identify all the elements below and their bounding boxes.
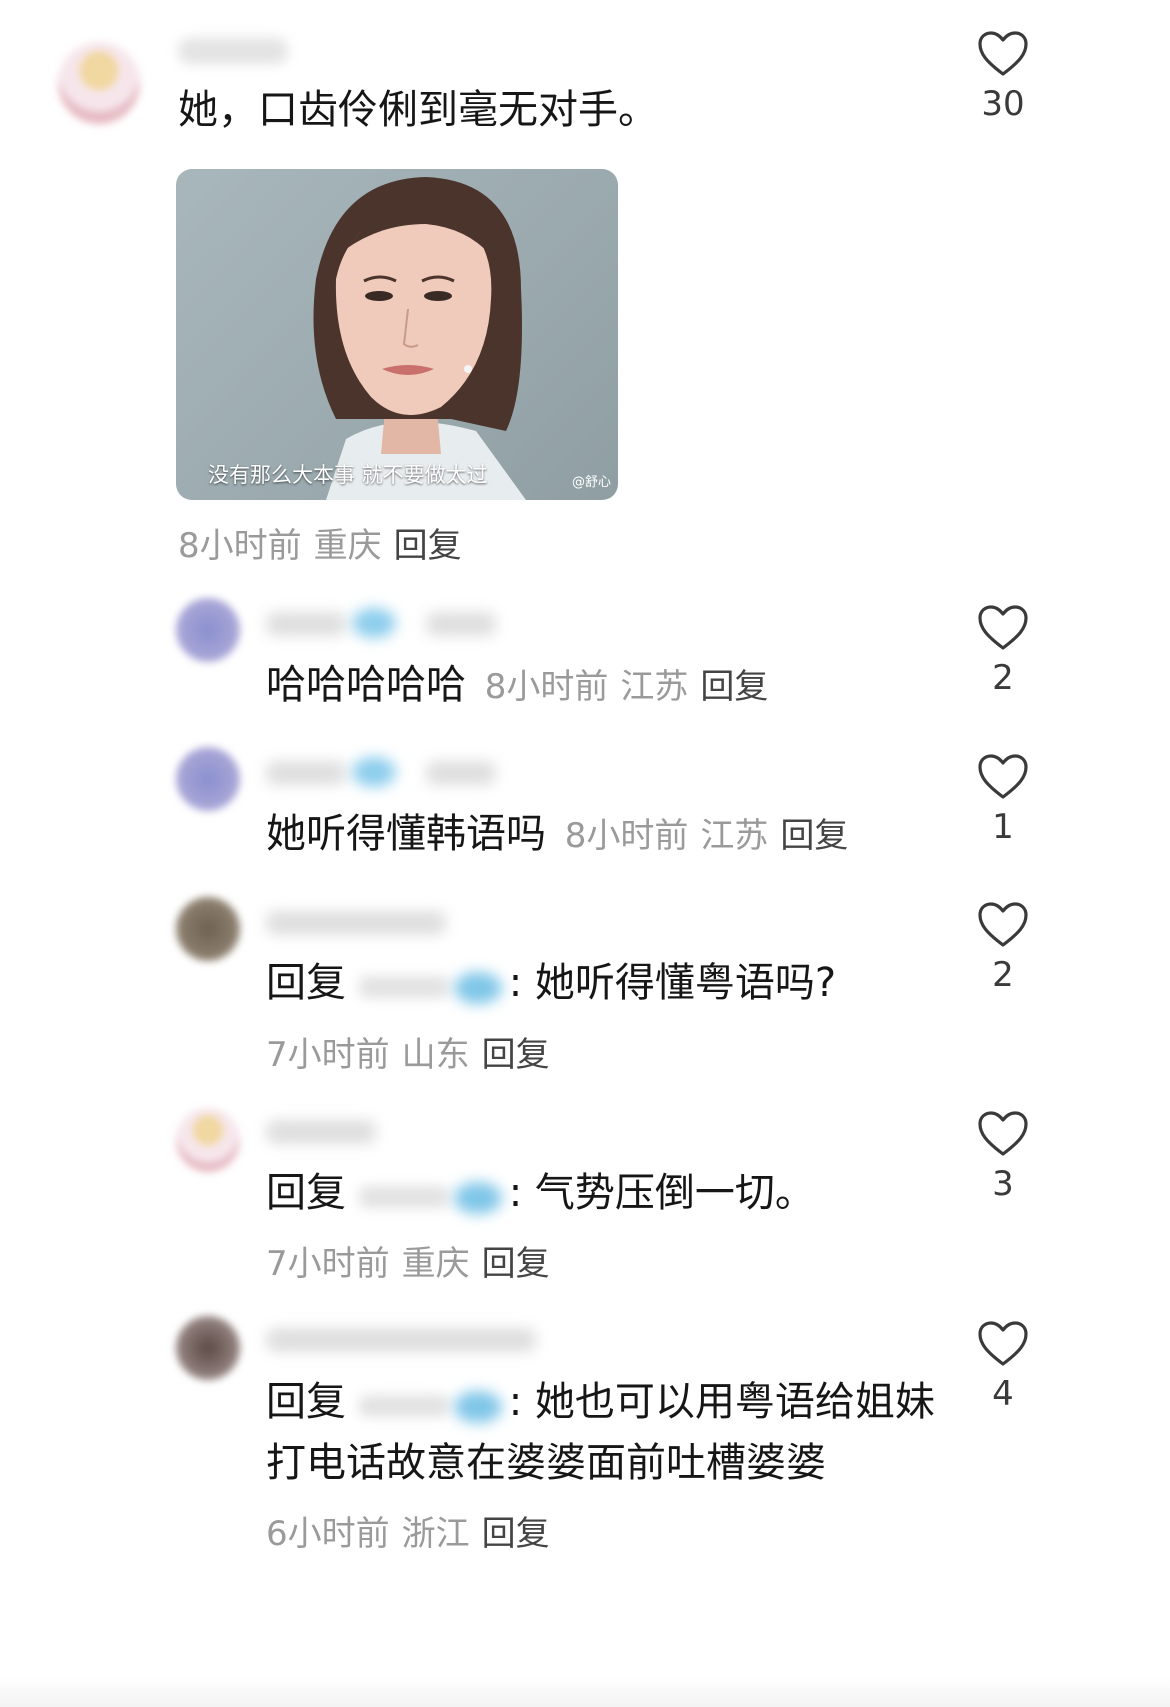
reply-text: 哈哈哈哈哈: [266, 662, 466, 708]
reply-meta: 7小时前 重庆 回复: [266, 1236, 550, 1285]
comment-time: 8小时前: [178, 526, 302, 566]
comment-meta: 8小时前 重庆 回复: [178, 518, 462, 567]
reply-button[interactable]: 回复: [780, 816, 848, 856]
avatar[interactable]: [176, 1108, 240, 1172]
reply-time: 8小时前: [564, 816, 689, 856]
like-button[interactable]: 1: [963, 753, 1043, 847]
heart-outline-icon: [978, 1111, 1028, 1156]
like-button[interactable]: 2: [963, 901, 1043, 995]
reply-time: 6小时前: [266, 1514, 390, 1554]
like-count: 1: [992, 807, 1014, 847]
reply-text: : 她听得懂粤语吗?: [508, 960, 837, 1006]
reply-text: 她听得懂韩语吗: [266, 811, 546, 857]
mention-username[interactable]: [358, 1178, 509, 1214]
reply-time: 8小时前: [484, 667, 609, 707]
like-count: 2: [992, 658, 1014, 698]
reply-time: 7小时前: [266, 1035, 390, 1075]
reply-location: 山东: [401, 1035, 470, 1075]
comment-location: 重庆: [313, 526, 382, 566]
reply-line: 回复 : 她听得懂粤语吗?: [266, 950, 836, 1016]
reply-button[interactable]: 回复: [482, 1514, 550, 1554]
avatar[interactable]: [176, 1316, 240, 1380]
avatar[interactable]: [176, 897, 240, 961]
reply-username[interactable]: [266, 1114, 406, 1150]
reply-text: : 气势压倒一切。: [508, 1170, 815, 1216]
reply-username[interactable]: [266, 755, 526, 791]
reply-location: 江苏: [700, 816, 769, 856]
reply-button[interactable]: 回复: [482, 1244, 550, 1284]
avatar[interactable]: [176, 747, 240, 811]
reply-username[interactable]: [266, 905, 466, 941]
reply-text: : 她也可以用粤语给姐妹: [508, 1379, 935, 1425]
reply-button[interactable]: 回复: [700, 667, 768, 707]
reply-button[interactable]: 回复: [482, 1035, 550, 1075]
mention-username[interactable]: [358, 1387, 509, 1423]
reply-prefix: 回复: [266, 960, 346, 1006]
image-watermark: @舒心: [572, 475, 612, 490]
like-count: 4: [992, 1374, 1014, 1414]
reply-line: 她听得懂韩语吗 8小时前 江苏 回复: [266, 801, 848, 869]
heart-outline-icon: [978, 1321, 1028, 1366]
heart-outline-icon: [978, 31, 1028, 76]
reply-time: 7小时前: [266, 1244, 390, 1284]
comment-image[interactable]: 没有那么大本事 就不要做太过 @舒心: [176, 169, 618, 500]
avatar[interactable]: [58, 42, 140, 124]
like-button[interactable]: 30: [963, 30, 1043, 124]
comment-text: 她，口齿伶俐到毫无对手。: [178, 87, 658, 133]
like-count: 3: [992, 1164, 1014, 1204]
bottom-fade: [0, 1677, 1170, 1707]
heart-outline-icon: [978, 605, 1028, 650]
reply-line: 回复 : 她也可以用粤语给姐妹: [266, 1369, 935, 1435]
like-count: 2: [992, 955, 1014, 995]
reply-location: 江苏: [620, 667, 689, 707]
avatar[interactable]: [176, 598, 240, 662]
reply-prefix: 回复: [266, 1379, 346, 1425]
reply-meta: 6小时前 浙江 回复: [266, 1506, 550, 1555]
reply-meta: 7小时前 山东 回复: [266, 1027, 550, 1076]
reply-username[interactable]: [266, 1322, 546, 1358]
reply-location: 重庆: [401, 1244, 470, 1284]
reply-button[interactable]: 回复: [394, 526, 462, 566]
reply-username[interactable]: [266, 606, 526, 642]
like-button[interactable]: 4: [963, 1320, 1043, 1414]
like-button[interactable]: 3: [963, 1110, 1043, 1204]
like-count: 30: [981, 84, 1025, 124]
reply-location: 浙江: [401, 1514, 470, 1554]
reply-prefix: 回复: [266, 1170, 346, 1216]
reply-text-line2: 打电话故意在婆婆面前吐槽婆婆: [266, 1440, 826, 1486]
reply-line: 哈哈哈哈哈 8小时前 江苏 回复: [266, 652, 768, 720]
like-button[interactable]: 2: [963, 604, 1043, 698]
image-caption: 没有那么大本事 就不要做太过: [208, 463, 488, 487]
heart-outline-icon: [978, 754, 1028, 799]
reply-line: 回复 : 气势压倒一切。: [266, 1160, 815, 1226]
username[interactable]: [178, 38, 288, 64]
portrait-illustration: [313, 177, 526, 500]
mention-username[interactable]: [358, 968, 509, 1004]
heart-outline-icon: [978, 902, 1028, 947]
